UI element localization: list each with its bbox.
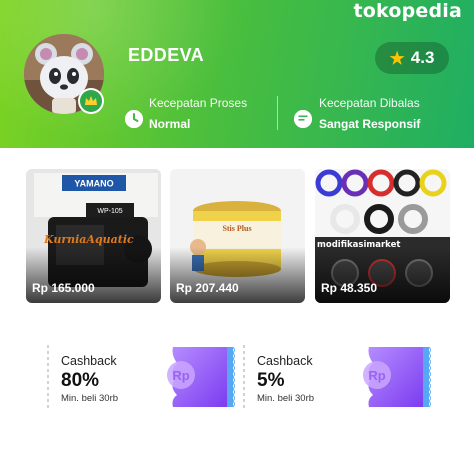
tokopedia-logo[interactable]: tokopedia	[353, 0, 462, 22]
voucher-title: Cashback	[257, 354, 313, 368]
product-card[interactable]: modifikasimarket Rp 48.350	[315, 169, 450, 303]
official-store-badge	[78, 88, 104, 114]
clock-icon	[125, 110, 143, 128]
product-card[interactable]: YAMANO WP-105 KurniaAquatic Rp 165.000	[26, 169, 161, 303]
response-speed-label: Kecepatan Dibalas	[319, 96, 420, 110]
product-card[interactable]: Stis Plus Rp 207.440	[170, 169, 305, 303]
shop-rating-value: 4.3	[410, 48, 435, 67]
process-speed-label: Kecepatan Proses	[149, 96, 248, 110]
cashback-voucher[interactable]: Cashback 5% Min. beli 30rb Rp	[243, 345, 433, 409]
response-speed-stat: Kecepatan Dibalas Sangat Responsif	[319, 96, 420, 131]
product-price: Rp 165.000	[32, 281, 95, 295]
rp-ticket-icon: Rp	[167, 346, 235, 408]
product-price: Rp 207.440	[176, 281, 239, 295]
star-icon: ★	[389, 48, 405, 68]
voucher-title: Cashback	[61, 354, 117, 368]
stat-divider	[277, 96, 278, 130]
chat-icon	[294, 110, 312, 128]
product-image-model: WP-105	[97, 208, 122, 215]
voucher-minimum: Min. beli 30rb	[257, 393, 315, 404]
voucher-edge	[243, 345, 245, 409]
product-image-caption: KurniaAquatic	[43, 233, 134, 246]
crown-icon	[80, 90, 102, 112]
voucher-edge	[47, 345, 49, 409]
process-speed-stat: Kecepatan Proses Normal	[149, 96, 247, 131]
product-image-brand: YAMANO	[74, 179, 113, 189]
product-price: Rp 48.350	[321, 281, 378, 295]
ticket-label: Rp	[368, 368, 385, 383]
voucher-minimum: Min. beli 30rb	[61, 393, 119, 404]
cashback-voucher[interactable]: Cashback 80% Min. beli 30rb Rp	[47, 345, 237, 409]
shop-rating-badge: ★ 4.3	[375, 42, 449, 74]
voucher-amount: 5%	[257, 370, 285, 391]
shop-header: tokopedia EDDEVA ★ 4.3 Kecepatan Proses …	[0, 0, 474, 148]
rp-ticket-icon: Rp	[363, 346, 431, 408]
response-speed-value: Sangat Responsif	[319, 117, 421, 131]
ticket-label: Rp	[172, 368, 189, 383]
voucher-amount: 80%	[61, 370, 100, 391]
product-image-brand: Stis Plus	[222, 224, 251, 233]
shop-name[interactable]: EDDEVA	[128, 45, 204, 66]
process-speed-value: Normal	[149, 117, 191, 131]
